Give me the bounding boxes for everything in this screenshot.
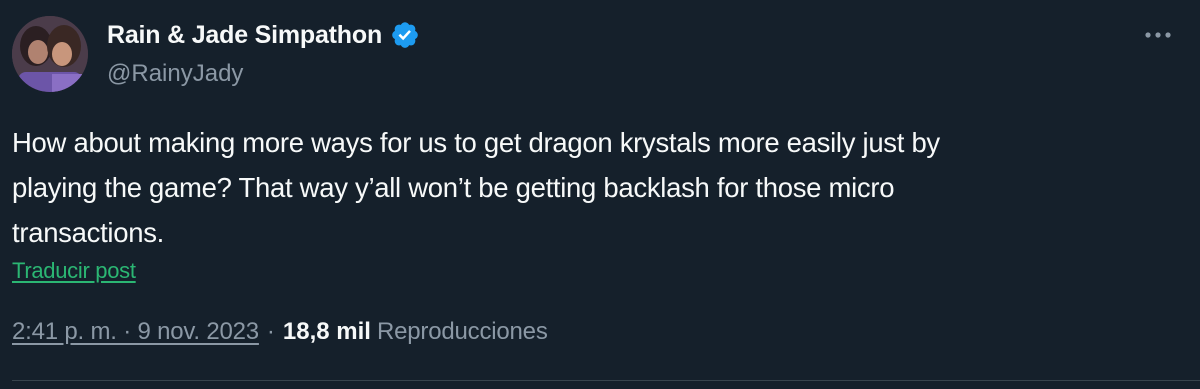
timestamp-link[interactable]: 2:41 p. m. · 9 nov. 2023 [12, 318, 259, 346]
more-options-button[interactable] [1140, 20, 1176, 50]
tweet-card: Rain & Jade Simpathon @RainyJady How abo… [0, 0, 1200, 389]
meta-separator: · [266, 318, 275, 345]
divider [12, 380, 1200, 381]
display-name[interactable]: Rain & Jade Simpathon [107, 21, 382, 50]
avatar[interactable] [12, 16, 88, 92]
views-label: Reproducciones [376, 318, 548, 345]
translate-post-link[interactable]: Traducir post [12, 258, 136, 284]
tweet-meta: 2:41 p. m. · 9 nov. 2023 · 18,8 mil Repr… [12, 318, 548, 346]
verified-badge-icon[interactable] [390, 20, 420, 50]
author-handle[interactable]: @RainyJady [107, 60, 243, 88]
avatar-image [12, 16, 88, 92]
author-name-row: Rain & Jade Simpathon [107, 18, 420, 52]
more-horizontal-icon [1145, 32, 1171, 38]
views-count: 18,8 mil [282, 318, 371, 345]
tweet-text: How about making more ways for us to get… [12, 127, 940, 248]
